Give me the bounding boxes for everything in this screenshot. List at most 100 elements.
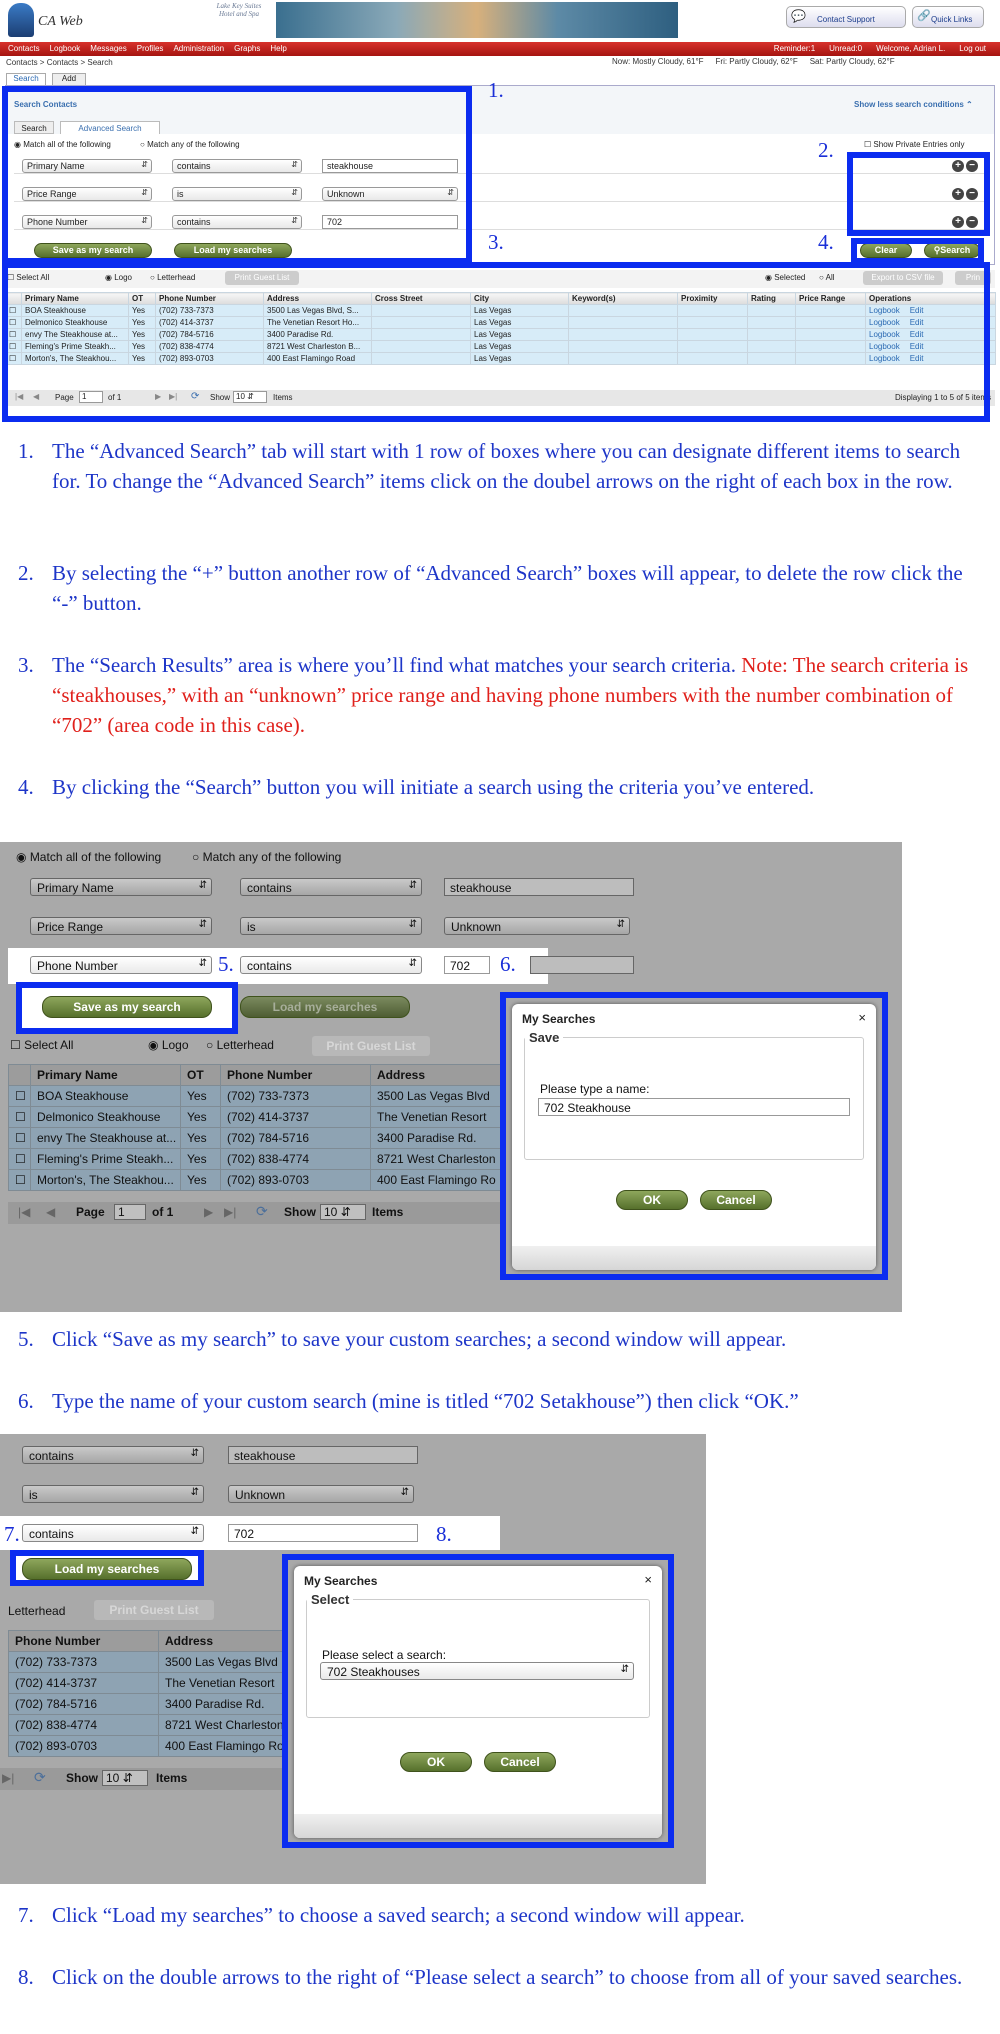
annotation-box-4 [851,238,984,264]
nav-item-administration[interactable]: Administration [173,44,224,53]
match-all-radio[interactable]: ◉ Match all of the following [16,850,161,864]
cell-address: The Venetian Resort [370,1106,519,1128]
operator-select[interactable]: is ⇵ [22,1485,204,1503]
table-row[interactable]: ☐ Delmonico Steakhouse Yes (702) 414-3737 Th… [8,1106,519,1128]
table-row[interactable]: ☐ BOA Steakhouse Yes (702) 733-7373 3500 Las… [8,1085,519,1107]
table-row[interactable]: (702) 733-7373 3500 Las Vegas Blvd [8,1651,319,1673]
nav-item-contacts[interactable]: Contacts [8,44,40,53]
cell-ot: Yes [180,1127,221,1149]
value-input-tail [530,956,634,974]
table-row[interactable]: (702) 838-4774 8721 West Charleston [8,1714,319,1736]
cell-name: Morton's, The Steakhou... [30,1169,181,1191]
page-input[interactable]: 1 [114,1204,146,1220]
hotel-banner-image [276,2,678,38]
instruction-8: 8. Click on the double arrows to the righ… [18,1965,963,1989]
collapse-icon: ⌃ [966,100,973,109]
nav-item-graphs[interactable]: Graphs [234,44,260,53]
value-input[interactable]: 702 [228,1524,418,1542]
show-less-link[interactable]: Show less search conditions ⌃ [854,100,973,109]
cell-ot: Yes [180,1169,221,1191]
load-my-searches-button[interactable]: Load my searches [240,996,410,1018]
letterhead-radio[interactable]: Letterhead [8,1604,65,1618]
tab-search[interactable]: Search [6,73,46,85]
print-guest-list-button[interactable]: Print Guest List [312,1036,430,1056]
value-select[interactable]: Unknown ⇵ [444,917,630,935]
first-page-icon[interactable]: |◀ [18,1205,30,1219]
cell-ot: Yes [180,1148,221,1170]
logout-link[interactable]: Log out [959,44,986,53]
load-my-searches-button[interactable]: Load my searches [22,1558,192,1580]
letterhead-radio[interactable]: ○ Letterhead [206,1038,274,1052]
instruction-3: 3. The “Search Results” area is where you… [18,653,969,737]
reminder-link[interactable]: Reminder:1 [774,44,815,53]
dialog-title: My Searches [522,1012,596,1026]
link-icon: 🔗 [917,10,931,22]
table-row[interactable]: (702) 414-3737 The Venetian Resort [8,1672,319,1694]
cell-checkbox[interactable]: ☐ [8,1106,31,1128]
ok-button[interactable]: OK [400,1752,472,1772]
prev-page-icon[interactable]: ◀ [46,1205,55,1219]
saved-search-select[interactable]: 702 Steakhouses ⇵ [320,1662,634,1680]
operator-select[interactable]: contains ⇵ [240,878,422,896]
double-arrow-icon: ⇵ [620,1664,629,1675]
table-row[interactable]: ☐ Morton's, The Steakhou... Yes (702) 893-0… [8,1169,519,1191]
table-row[interactable]: ☐ Fleming's Prime Steakh... Yes (702) 838-4… [8,1148,519,1170]
field-select[interactable]: Price Range ⇵ [30,917,212,935]
close-icon[interactable]: × [644,1572,652,1587]
instruction-2: 2. By selecting the “+” button another ro… [18,561,963,615]
cell-checkbox[interactable]: ☐ [8,1085,31,1107]
weather-now: Now: Mostly Cloudy, 61°F [612,57,704,66]
cell-checkbox[interactable]: ☐ [8,1148,31,1170]
last-page-icon[interactable]: ▶| [224,1205,236,1219]
instruction-1: 1. The “Advanced Search” tab will start w… [18,439,961,493]
table-row[interactable]: (702) 893-0703 400 East Flamingo Ro [8,1735,319,1757]
cancel-button[interactable]: Cancel [700,1190,772,1210]
operator-select[interactable]: contains ⇵ [240,956,422,974]
page-size-select[interactable]: 10 ⇵ [320,1204,366,1220]
table-row[interactable]: (702) 784-5716 3400 Paradise Rd. [8,1693,319,1715]
marker-5: 5. [218,952,234,976]
value-input[interactable]: 702 [444,956,490,974]
double-arrow-icon: ⇵ [400,1487,409,1498]
nav-item-help[interactable]: Help [270,44,286,53]
save-as-my-search-button[interactable]: Save as my search [42,996,212,1018]
cell-phone: (702) 784-5716 [220,1127,371,1149]
cell-phone: (702) 733-7373 [220,1085,371,1107]
search-name-input[interactable]: 702 Steakhouse [538,1098,850,1116]
nav-item-profiles[interactable]: Profiles [137,44,164,53]
column-header: Phone Number [220,1064,371,1086]
page-size-select[interactable]: 10 ⇵ [102,1770,148,1786]
value-input[interactable]: steakhouse [444,878,634,896]
logo-radio[interactable]: ◉ Logo [148,1038,189,1052]
next-page-icon[interactable]: ▶ [204,1205,213,1219]
tab-add[interactable]: Add [52,73,86,85]
cell-checkbox[interactable]: ☐ [8,1127,31,1149]
operator-select[interactable]: contains ⇵ [22,1524,204,1542]
field-select[interactable]: Phone Number ⇵ [30,956,212,974]
last-page-icon[interactable]: ▶| [2,1771,14,1785]
value-input[interactable]: steakhouse [228,1446,418,1464]
operator-select[interactable]: contains ⇵ [22,1446,204,1464]
column-header [8,1064,31,1086]
match-any-radio[interactable]: ○ Match any of the following [192,850,341,864]
field-select[interactable]: Primary Name ⇵ [30,878,212,896]
table-row[interactable]: ☐ envy The Steakhouse at... Yes (702) 784-5… [8,1127,519,1149]
pager: |◀ ◀ Page 1 of 1 ▶ ▶| ⟳ Show 10 ⇵ Items [8,1202,518,1224]
value-select[interactable]: Unknown ⇵ [228,1485,414,1503]
cancel-button[interactable]: Cancel [484,1752,556,1772]
select-all-checkbox[interactable]: ☐ Select All [10,1038,73,1052]
refresh-icon[interactable]: ⟳ [256,1203,268,1220]
cell-checkbox[interactable]: ☐ [8,1169,31,1191]
nav-item-messages[interactable]: Messages [90,44,126,53]
refresh-icon[interactable]: ⟳ [34,1769,46,1786]
close-icon[interactable]: × [858,1010,866,1025]
operator-select[interactable]: is ⇵ [240,917,422,935]
show-private-checkbox[interactable]: ☐ Show Private Entries only [864,140,965,149]
nav-item-logbook[interactable]: Logbook [50,44,81,53]
print-guest-list-button[interactable]: Print Guest List [94,1600,214,1620]
ok-button[interactable]: OK [616,1190,688,1210]
contact-support-button[interactable]: 💬 Contact Support [786,6,906,28]
unread-link[interactable]: Unread:0 [829,44,862,53]
quick-links-button[interactable]: 🔗 Quick Links [912,6,984,28]
hotel-logo: Lake Key Suites Hotel and Spa [216,2,262,18]
